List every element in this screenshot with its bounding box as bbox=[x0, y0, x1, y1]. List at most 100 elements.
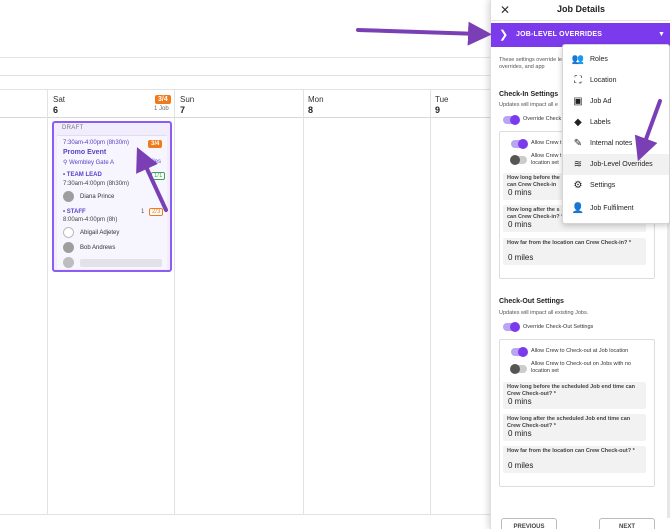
checkin-subtitle: Updates will impact all e bbox=[499, 102, 558, 108]
assigned-person[interactable]: Bob Andrews bbox=[63, 242, 115, 253]
checkout-before-field[interactable]: How long before the scheduled Job end ti… bbox=[503, 382, 646, 409]
open-slot-placeholder bbox=[80, 258, 162, 267]
previous-button[interactable]: PREVIOUS bbox=[501, 518, 557, 529]
field-label: How long after the scheduled Job end tim… bbox=[507, 416, 631, 429]
menu-item-label: Labels bbox=[590, 119, 611, 126]
menu-item-location[interactable]: ⛶ Location bbox=[563, 70, 669, 91]
menu-item-labels[interactable]: ◆ Labels bbox=[563, 112, 669, 133]
allow-checkout-no-location-toggle[interactable] bbox=[510, 364, 527, 374]
day-number: 8 bbox=[308, 105, 314, 115]
day-number: 7 bbox=[180, 105, 186, 115]
menu-item-job-ad[interactable]: ▣ Job Ad bbox=[563, 91, 669, 112]
job-title[interactable]: Promo Event bbox=[63, 149, 106, 156]
menu-item-roles[interactable]: 👥 Roles bbox=[563, 49, 669, 70]
day-number: 9 bbox=[435, 105, 441, 115]
job-card[interactable]: DRAFT 7:30am-4:00pm (8h30m) 3/4 Promo Ev… bbox=[52, 121, 172, 272]
field-value: 0 mins bbox=[508, 429, 532, 438]
settings-icon: ⚙ bbox=[573, 180, 583, 191]
field-label: How long before the can Crew Check-in bbox=[507, 175, 560, 188]
checkin-title: Check-In Settings bbox=[499, 91, 559, 98]
location-pin-icon: ⚲ bbox=[63, 160, 68, 166]
field-value: 0 mins bbox=[508, 188, 532, 197]
avatar bbox=[63, 242, 74, 253]
roles-icon: 👥 bbox=[571, 54, 585, 65]
override-checkout-toggle[interactable] bbox=[503, 322, 520, 332]
next-button[interactable]: NEXT bbox=[599, 518, 655, 529]
field-value: 0 miles bbox=[508, 461, 534, 470]
calendar-view: Sat 6 3/4 1 Job Sun 7 Mon 8 Tue 9 DRAFT … bbox=[0, 0, 490, 529]
day-job-count: 1 Job bbox=[154, 106, 169, 112]
menu-item-job-fulfilment[interactable]: 👤 Job Fulfilment bbox=[563, 198, 669, 219]
team-lead-label: TEAM LEAD bbox=[66, 172, 102, 178]
staff-fill-badge: 2/3 bbox=[149, 208, 164, 216]
allow-checkout-no-location-label: Allow Crew to Check-out on Jobs with no … bbox=[531, 361, 631, 374]
day-header-sun[interactable]: Sun 7 bbox=[180, 95, 194, 115]
calendar-toolbar bbox=[0, 0, 490, 58]
checkin-distance-field[interactable]: How far from the location can Crew Check… bbox=[503, 238, 646, 265]
assigned-person[interactable]: Abigail Adjetey bbox=[63, 227, 119, 238]
column-divider bbox=[47, 90, 48, 515]
overrides-icon: ❯ bbox=[499, 29, 509, 41]
checkout-subtitle: Updates will impact all existing Jobs. bbox=[499, 310, 589, 316]
section-selector-label: JOB-LEVEL OVERRIDES bbox=[516, 31, 603, 38]
staff-count: 1 bbox=[141, 209, 145, 215]
menu-item-job-level-overrides[interactable]: ≋ Job-Level Overrides bbox=[563, 154, 669, 175]
team-lead-section: • TEAM LEAD bbox=[63, 172, 102, 178]
day-number: 6 bbox=[53, 105, 59, 115]
team-lead-time: 7:30am-4:00pm (8h30m) bbox=[63, 181, 130, 187]
column-divider bbox=[303, 90, 304, 515]
allow-checkin-no-location-label: Allow Crew t location set bbox=[531, 153, 562, 166]
divider bbox=[491, 20, 670, 21]
allow-checkin-location-label: Allow Crew t bbox=[531, 140, 562, 146]
fulfilment-icon: 👤 bbox=[571, 203, 585, 214]
allow-checkout-location-toggle[interactable] bbox=[511, 347, 528, 357]
allow-checkout-location-label: Allow Crew to Check-out at Job location bbox=[531, 348, 629, 354]
person-name: Abigail Adjetey bbox=[80, 229, 120, 236]
field-value: 0 mins bbox=[508, 397, 532, 406]
calendar-subheader-row bbox=[0, 76, 490, 90]
job-status-label: DRAFT bbox=[62, 125, 84, 131]
day-header-tue[interactable]: Tue 9 bbox=[435, 95, 449, 115]
section-dropdown-menu: 👥 Roles ⛶ Location ▣ Job Ad ◆ Labels ✎ I… bbox=[562, 44, 670, 224]
menu-item-label: Job Fulfilment bbox=[590, 205, 634, 212]
calendar-filter-row bbox=[0, 58, 490, 76]
menu-item-label: Job-Level Overrides bbox=[590, 161, 653, 168]
overrides-icon: ≋ bbox=[573, 159, 583, 170]
avatar bbox=[63, 227, 74, 238]
field-label: How far from the location can Crew Check… bbox=[507, 448, 635, 454]
job-location: ⚲ Wembley Gate A bbox=[63, 159, 114, 166]
panel-description: These settings override level overrides,… bbox=[499, 57, 570, 70]
column-divider bbox=[430, 90, 431, 515]
location-icon: ⛶ bbox=[574, 75, 582, 86]
checkout-after-field[interactable]: How long after the scheduled Job end tim… bbox=[503, 414, 646, 441]
panel-title: Job Details bbox=[556, 4, 605, 14]
allow-checkin-no-location-toggle[interactable] bbox=[510, 155, 527, 165]
field-label: How long before the scheduled Job end ti… bbox=[507, 384, 636, 397]
job-card-body[interactable]: 7:30am-4:00pm (8h30m) 3/4 Promo Event ⚲ … bbox=[57, 135, 167, 269]
checkout-title: Check-Out Settings bbox=[499, 298, 564, 305]
menu-item-label: Settings bbox=[590, 182, 616, 189]
person-name: Bob Andrews bbox=[80, 244, 116, 251]
checkout-distance-field[interactable]: How far from the location can Crew Check… bbox=[503, 446, 646, 473]
menu-item-settings[interactable]: ⚙ Settings bbox=[563, 175, 669, 196]
day-name: Mon bbox=[308, 95, 324, 104]
day-header-mon[interactable]: Mon 8 bbox=[308, 95, 324, 115]
allow-checkin-location-toggle[interactable] bbox=[511, 139, 528, 149]
day-header-sat[interactable]: Sat 6 bbox=[53, 95, 65, 115]
menu-item-label: Job Ad bbox=[590, 98, 612, 105]
day-name: Sun bbox=[180, 95, 195, 104]
open-slot[interactable] bbox=[63, 257, 162, 268]
menu-item-label: Roles bbox=[590, 56, 608, 63]
avatar bbox=[63, 191, 74, 202]
column-divider bbox=[174, 90, 175, 515]
menu-item-internal-notes[interactable]: ✎ Internal notes bbox=[563, 133, 669, 154]
override-checkin-toggle[interactable] bbox=[503, 115, 520, 125]
day-name: Sat bbox=[53, 95, 66, 104]
team-lead-fill-badge: 1/1 bbox=[151, 172, 166, 180]
override-checkin-label: Override Check bbox=[523, 116, 562, 122]
staff-time: 8:00am-4:00pm (8h) bbox=[63, 217, 118, 223]
field-label: How long after the s can Crew Check-in? … bbox=[507, 207, 564, 220]
field-value: 0 mins bbox=[508, 220, 532, 229]
assigned-person[interactable]: Diana Prince bbox=[63, 191, 114, 202]
chevron-down-icon: ▼ bbox=[658, 31, 665, 38]
